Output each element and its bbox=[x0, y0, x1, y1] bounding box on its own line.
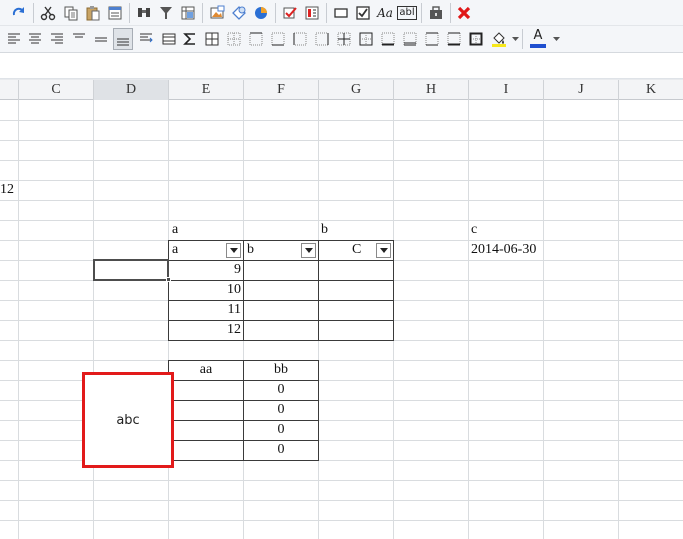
cell-date[interactable]: 2014-06-30 bbox=[471, 240, 536, 260]
spreadsheet-app: Aa abl A C D E F G H I J K 12 a b c a b … bbox=[0, 0, 683, 539]
column-header-h[interactable]: H bbox=[394, 80, 469, 100]
cell-header-b[interactable]: b bbox=[321, 220, 328, 240]
borders-icon[interactable] bbox=[202, 28, 222, 50]
toolbar-standard: Aa abl bbox=[0, 0, 683, 26]
cell-number[interactable]: 11 bbox=[169, 300, 241, 320]
cell-number[interactable]: 9 bbox=[169, 260, 241, 280]
textfield-label: abl bbox=[397, 6, 417, 20]
font-color-dropdown[interactable] bbox=[552, 28, 561, 50]
justify-middle-icon[interactable] bbox=[91, 28, 111, 50]
fill-color-dropdown[interactable] bbox=[511, 28, 520, 50]
border-top-bottom-icon[interactable] bbox=[422, 28, 442, 50]
border-outside-icon[interactable] bbox=[356, 28, 376, 50]
column-header-j[interactable]: J bbox=[544, 80, 619, 100]
filter-header-b[interactable]: b bbox=[247, 240, 254, 260]
cell-grid[interactable]: 12 a b c a b C 2014-06-30 9 10 11 12 aa … bbox=[0, 100, 683, 539]
textfield-icon[interactable]: abl bbox=[396, 2, 418, 24]
chart-icon[interactable] bbox=[250, 2, 272, 24]
check-icon[interactable] bbox=[279, 2, 301, 24]
filter-header-a[interactable]: a bbox=[172, 240, 178, 260]
align-right-icon[interactable] bbox=[47, 28, 67, 50]
shape-label: abc bbox=[116, 412, 140, 428]
filter-dropdown-a[interactable] bbox=[226, 243, 241, 258]
align-center-icon[interactable] bbox=[25, 28, 45, 50]
textbox-icon[interactable] bbox=[330, 2, 352, 24]
justify-bottom-icon[interactable] bbox=[113, 28, 133, 50]
paste-icon[interactable] bbox=[82, 2, 104, 24]
merge-icon[interactable] bbox=[159, 28, 179, 50]
checkbox-icon[interactable] bbox=[352, 2, 374, 24]
cell-header-c[interactable]: c bbox=[471, 220, 477, 240]
active-cell[interactable] bbox=[93, 259, 169, 281]
column-header-partial[interactable] bbox=[0, 80, 19, 100]
border-thick-box-icon[interactable] bbox=[466, 28, 486, 50]
font-color-swatch bbox=[530, 44, 546, 48]
column-header-bar: C D E F G H I J K bbox=[0, 80, 683, 100]
cell-header-a[interactable]: a bbox=[172, 220, 178, 240]
sum-icon[interactable] bbox=[180, 28, 200, 50]
cell-number[interactable]: 10 bbox=[169, 280, 241, 300]
list-icon[interactable] bbox=[301, 2, 323, 24]
border-double-bottom-icon[interactable] bbox=[400, 28, 420, 50]
border-left-icon[interactable] bbox=[290, 28, 310, 50]
fill-handle[interactable] bbox=[166, 277, 171, 282]
table2-value[interactable]: 0 bbox=[244, 400, 318, 420]
font-color-icon[interactable]: A bbox=[527, 28, 549, 50]
font-color-letter: A bbox=[533, 28, 543, 43]
label-icon[interactable]: Aa bbox=[374, 2, 396, 24]
toolbox-icon[interactable] bbox=[425, 2, 447, 24]
border-thick-bottom-icon[interactable] bbox=[378, 28, 398, 50]
column-header-g[interactable]: G bbox=[319, 80, 394, 100]
border-right-icon[interactable] bbox=[312, 28, 332, 50]
border-top-icon[interactable] bbox=[246, 28, 266, 50]
formula-bar[interactable] bbox=[0, 53, 683, 79]
filter-dropdown-b[interactable] bbox=[301, 243, 316, 258]
fill-color-icon[interactable] bbox=[489, 28, 509, 50]
shape-textbox[interactable]: abc bbox=[82, 372, 174, 468]
freeze-icon[interactable] bbox=[177, 2, 199, 24]
filter-dropdown-c[interactable] bbox=[376, 243, 391, 258]
column-header-e[interactable]: E bbox=[169, 80, 244, 100]
find-icon[interactable] bbox=[133, 2, 155, 24]
column-header-k[interactable]: K bbox=[619, 80, 683, 100]
cell-partial-12[interactable]: 12 bbox=[0, 180, 14, 200]
align-left-icon[interactable] bbox=[4, 28, 24, 50]
border-inside-icon[interactable] bbox=[334, 28, 354, 50]
shapes-icon[interactable] bbox=[228, 2, 250, 24]
table2-value[interactable]: 0 bbox=[244, 380, 318, 400]
wrap-icon[interactable] bbox=[136, 28, 156, 50]
cell-number[interactable]: 12 bbox=[169, 320, 241, 340]
copy-icon[interactable] bbox=[60, 2, 82, 24]
redo-icon[interactable] bbox=[8, 2, 30, 24]
table2-value[interactable]: 0 bbox=[244, 440, 318, 460]
column-header-i[interactable]: I bbox=[469, 80, 544, 100]
form-icon[interactable] bbox=[104, 2, 126, 24]
filter-header-c[interactable]: C bbox=[352, 240, 361, 260]
column-header-f[interactable]: F bbox=[244, 80, 319, 100]
picture-icon[interactable] bbox=[206, 2, 228, 24]
column-header-d[interactable]: D bbox=[94, 80, 169, 100]
column-header-c[interactable]: C bbox=[19, 80, 94, 100]
border-all-dotted-icon[interactable] bbox=[224, 28, 244, 50]
justify-top-icon[interactable] bbox=[69, 28, 89, 50]
filter-icon[interactable] bbox=[155, 2, 177, 24]
table2-header-aa[interactable]: aa bbox=[169, 360, 243, 380]
toolbar-format: A bbox=[0, 26, 683, 53]
close-icon[interactable] bbox=[453, 2, 475, 24]
table2-value[interactable]: 0 bbox=[244, 420, 318, 440]
border-bottom-icon[interactable] bbox=[268, 28, 288, 50]
border-top-thick-bottom-icon[interactable] bbox=[444, 28, 464, 50]
cut-icon[interactable] bbox=[37, 2, 59, 24]
table2-header-bb[interactable]: bb bbox=[244, 360, 318, 380]
